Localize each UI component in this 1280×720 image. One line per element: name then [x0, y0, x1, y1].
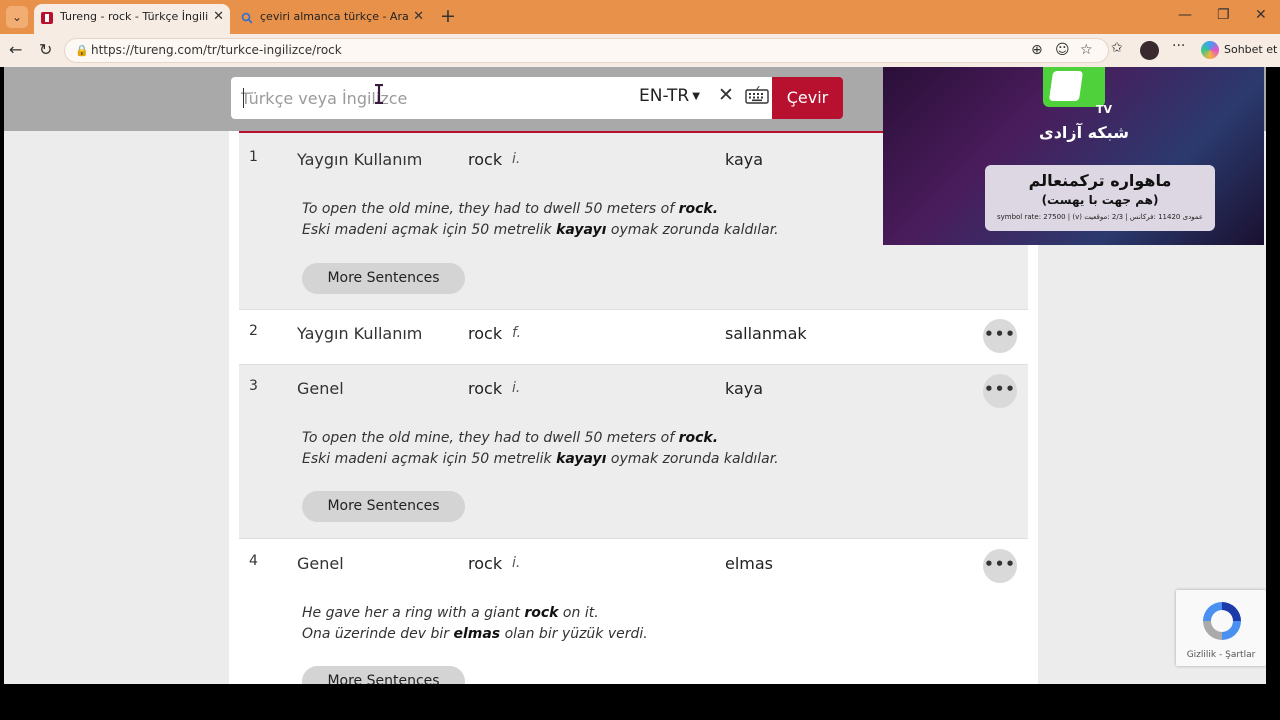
tab-actions-chevron-icon[interactable]: ⌄ [6, 6, 28, 28]
search-favicon-icon [241, 12, 253, 24]
language-label: EN-TR [639, 86, 690, 106]
result-english[interactable]: rock [468, 554, 502, 573]
ad-tv-label: TV [1096, 103, 1113, 116]
profile-avatar[interactable] [1140, 41, 1159, 60]
result-category: Genel [297, 379, 344, 398]
favorites-icon[interactable]: ✩ [1111, 40, 1123, 56]
virtual-keyboard-icon[interactable] [745, 86, 769, 104]
terms-link[interactable]: Şartlar [1225, 650, 1255, 660]
example-sentence-tr: Ona üzerinde dev bir elmas olan bir yüzü… [302, 626, 648, 642]
result-turkish[interactable]: kaya [725, 150, 763, 169]
result-turkish[interactable]: elmas [725, 554, 773, 573]
recaptcha-links: Gizlilik - Şartlar [1176, 650, 1266, 660]
result-number: 3 [249, 378, 258, 394]
dropdown-arrow-icon: ▼ [692, 91, 700, 102]
result-category: Yaygın Kullanım [297, 324, 423, 343]
browser-toolbar: ← ↻ 🔒 https://tureng.com/tr/turkce-ingil… [0, 34, 1280, 67]
example-sentence-tr: Eski madeni açmak için 50 metrelik kayay… [302, 451, 779, 467]
tab-title: Tureng - rock - Türkçe İngilizce Sözlük [60, 10, 208, 23]
more-sentences-button[interactable]: More Sentences [302, 666, 465, 684]
search-input[interactable] [241, 83, 621, 113]
ad-frequency: symbol rate: 27500 | (v) عمودی 11420 :فر… [996, 213, 1204, 221]
privacy-link[interactable]: Gizlilik [1187, 650, 1216, 660]
reload-icon[interactable]: ↻ [39, 40, 52, 59]
ad-info-box: ماهواره ترکمنعالم (هم جهت با يهست) symbo… [985, 165, 1215, 231]
url-text: https://tureng.com/tr/turkce-ingilizce/r… [91, 43, 342, 57]
copilot-icon[interactable] [1201, 41, 1219, 59]
example-sentence-en: To open the old mine, they had to dwell … [302, 430, 719, 446]
more-options-icon[interactable]: ••• [983, 319, 1017, 353]
new-tab-plus-icon[interactable]: + [440, 5, 456, 27]
browser-window: ⌄ Tureng - rock - Türkçe İngilizce Sözlü… [0, 0, 1280, 720]
link-separator: - [1216, 650, 1226, 660]
example-sentence-en: To open the old mine, they had to dwell … [302, 201, 719, 217]
tab-tureng[interactable]: Tureng - rock - Türkçe İngilizce Sözlük … [34, 4, 230, 34]
result-english[interactable]: rock [468, 379, 502, 398]
back-arrow-icon[interactable]: ← [9, 40, 22, 59]
text-caret [243, 88, 244, 108]
ad-subline: (هم جهت با يهست) [1041, 193, 1159, 207]
bottom-bar [0, 684, 1280, 720]
favorite-star-icon[interactable]: ☆ [1080, 42, 1093, 58]
minimize-icon[interactable]: — [1178, 7, 1192, 23]
close-window-icon[interactable]: ✕ [1255, 7, 1267, 23]
more-options-icon[interactable]: ••• [983, 549, 1017, 583]
tab-strip: ⌄ Tureng - rock - Türkçe İngilizce Sözlü… [0, 0, 1280, 34]
tab-search[interactable]: çeviri almanca türkçe - Arama ✕ [234, 4, 430, 34]
result-row: 3 Genel rock i. kaya ••• To open the old… [239, 365, 1028, 538]
ad-channel-name: شبکه آزادی [1039, 123, 1129, 142]
result-number: 1 [249, 149, 258, 165]
result-pos: i. [512, 151, 521, 167]
more-options-icon[interactable]: ••• [983, 374, 1017, 408]
ad-headline: ماهواره ترکمنعالم [1028, 171, 1172, 190]
zoom-icon[interactable]: ⊕ [1031, 42, 1043, 58]
result-turkish[interactable]: kaya [725, 379, 763, 398]
result-row: 4 Genel rock i. elmas ••• He gave her a … [239, 539, 1028, 684]
example-sentence-tr: Eski madeni açmak için 50 metrelik kayay… [302, 222, 779, 238]
address-bar[interactable]: 🔒 https://tureng.com/tr/turkce-ingilizce… [64, 38, 1109, 63]
tab-title: çeviri almanca türkçe - Arama [260, 10, 408, 23]
translate-button[interactable]: Çevir [772, 77, 843, 119]
result-row: 2 Yaygın Kullanım rock f. sallanmak ••• [239, 310, 1028, 364]
close-tab-icon[interactable]: ✕ [213, 4, 224, 30]
site-info-icon[interactable]: 🔒 [75, 44, 89, 57]
result-category: Genel [297, 554, 344, 573]
more-sentences-button[interactable]: More Sentences [302, 263, 465, 294]
result-pos: i. [512, 555, 521, 571]
example-sentence-en: He gave her a ring with a giant rock on … [302, 605, 599, 621]
clear-search-icon[interactable]: ✕ [718, 84, 734, 106]
search-box: EN-TR▼ ✕ Çevir [231, 77, 843, 119]
language-select[interactable]: EN-TR ▼ [639, 86, 700, 106]
result-turkish[interactable]: sallanmak [725, 324, 807, 343]
text-cursor-icon [375, 84, 383, 104]
page-viewport: EN-TR▼ ✕ Çevir 1 Yaygın Kullanım rock i.… [4, 67, 1266, 684]
more-sentences-button[interactable]: More Sentences [302, 491, 465, 522]
result-pos: f. [512, 325, 522, 341]
advertisement-banner[interactable]: TV شبکه آزادی ماهواره ترکمنعالم (هم جهت … [883, 67, 1264, 245]
more-menu-icon[interactable]: ··· [1172, 38, 1185, 54]
channel-logo-mark-icon [1048, 71, 1084, 101]
recaptcha-badge[interactable]: Gizlilik - Şartlar [1176, 590, 1266, 666]
result-number: 2 [249, 323, 258, 339]
result-english[interactable]: rock [468, 150, 502, 169]
copilot-label[interactable]: Sohbet et [1224, 43, 1277, 56]
result-pos: i. [512, 380, 521, 396]
recaptcha-logo-icon [1203, 602, 1241, 640]
close-tab-icon[interactable]: ✕ [413, 4, 424, 30]
read-aloud-icon[interactable]: ☺ [1055, 42, 1070, 58]
result-english[interactable]: rock [468, 324, 502, 343]
restore-icon[interactable]: ❐ [1217, 7, 1230, 23]
result-number: 4 [249, 553, 258, 569]
result-category: Yaygın Kullanım [297, 150, 423, 169]
tureng-favicon-icon [41, 12, 53, 24]
